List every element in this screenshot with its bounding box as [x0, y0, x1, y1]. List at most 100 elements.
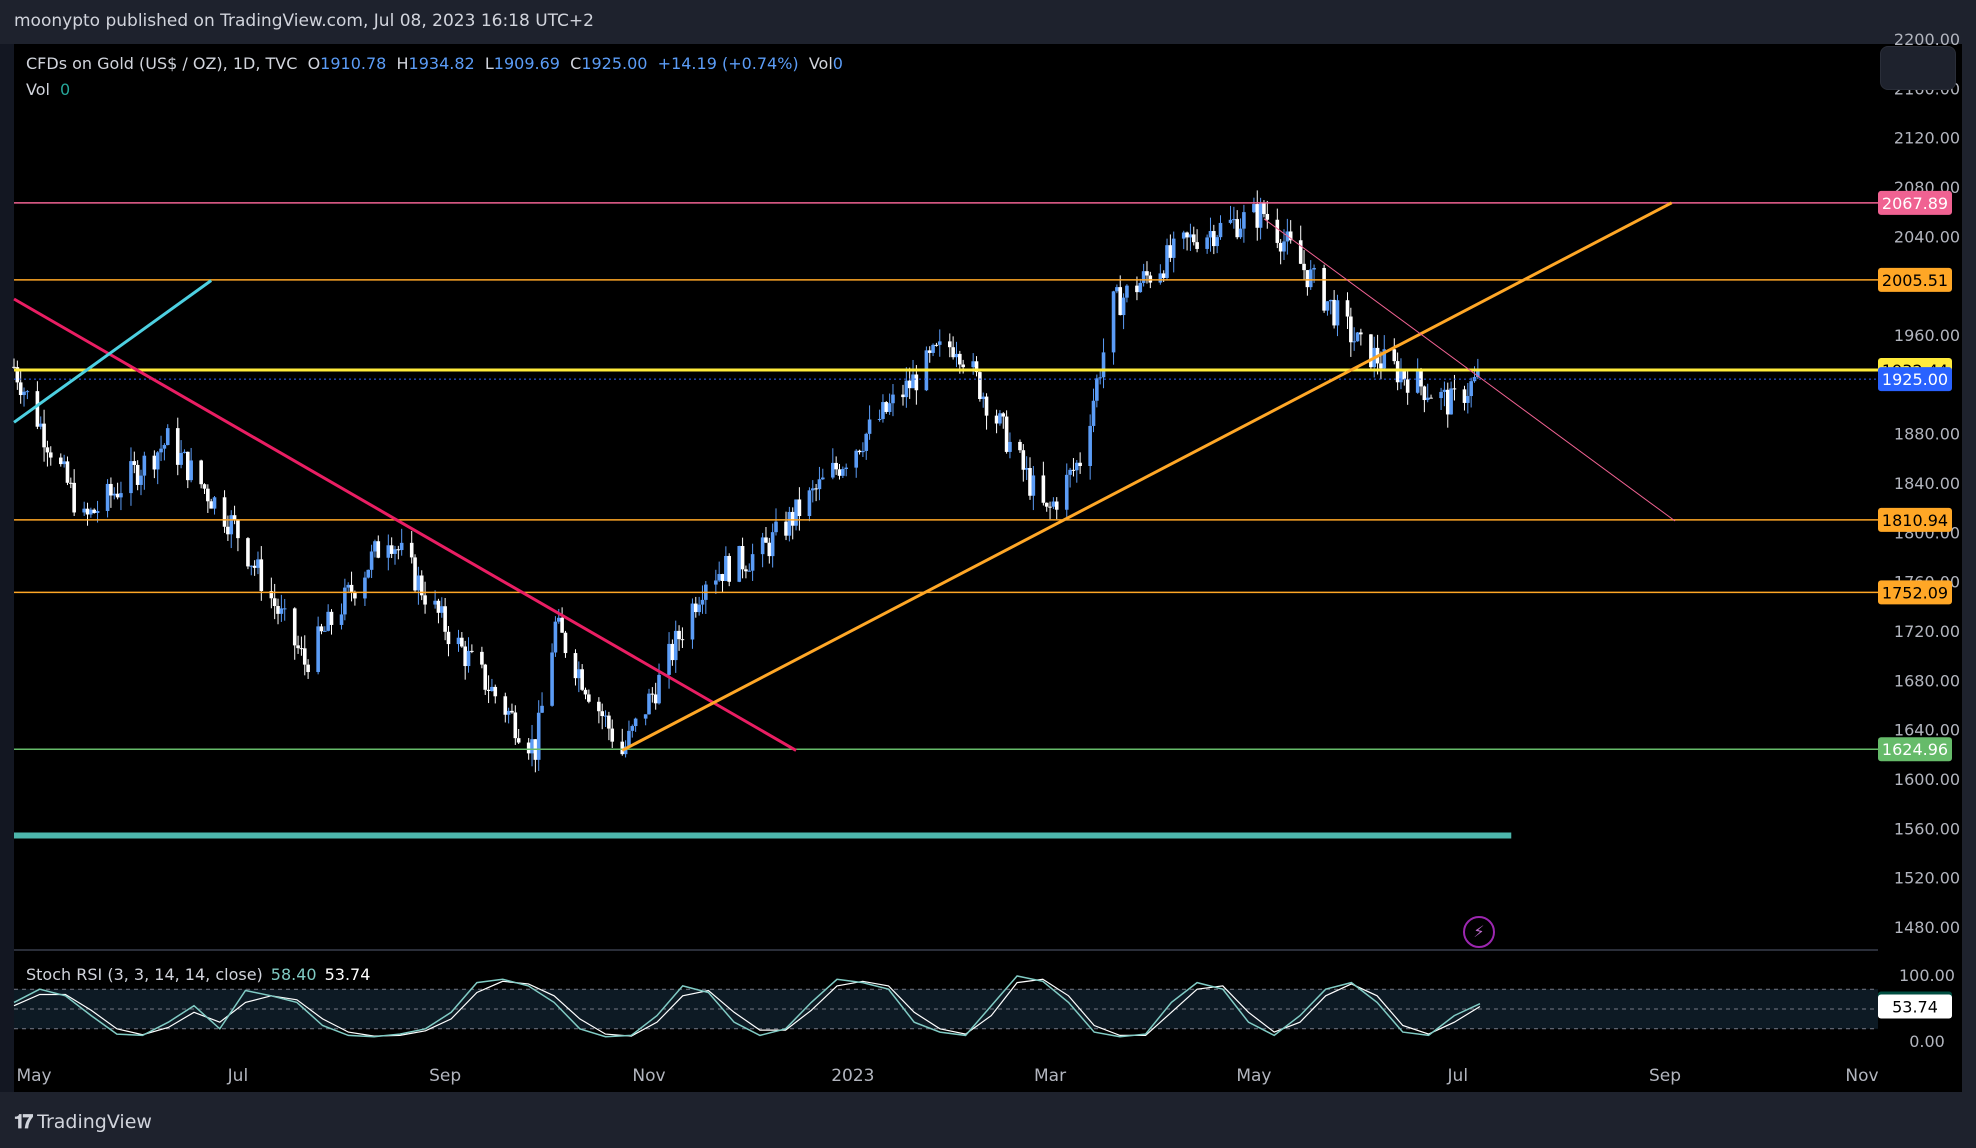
candle-body [770, 532, 775, 557]
candle-body [222, 497, 227, 527]
candle-body [927, 350, 932, 353]
candle-body [185, 451, 190, 481]
candle-body [1158, 273, 1163, 283]
candle-body [463, 646, 467, 667]
candle-body [937, 341, 942, 345]
tradingview-logo[interactable]: 𝟏𝟕 TradingView [14, 1111, 152, 1133]
candle-body [1469, 381, 1473, 397]
open-value: 1910.78 [320, 54, 387, 73]
candle-body [1235, 219, 1240, 238]
candle-body [1452, 388, 1457, 390]
candle-body [633, 718, 638, 727]
candle-body [1379, 363, 1383, 369]
time-tick-label-3: Nov [632, 1066, 665, 1086]
candle-body [714, 580, 718, 585]
candle-body [272, 598, 277, 607]
candle-body [657, 674, 661, 704]
chart-menu-button[interactable] [1880, 46, 1956, 90]
candle-body [1395, 361, 1400, 383]
candle-body [536, 712, 541, 760]
candle-body [396, 549, 401, 551]
tradingview-logo-icon: 𝟏𝟕 [14, 1111, 33, 1133]
candle-body [954, 353, 959, 358]
low-label: L [484, 54, 494, 73]
candle-body [841, 469, 845, 476]
trendline-3 [13, 279, 213, 424]
candle-body [423, 595, 427, 605]
candle-body [1258, 203, 1263, 228]
footer-bar [0, 1092, 1976, 1148]
price-label-1: 2005.51 [1882, 271, 1948, 290]
candle-body [490, 686, 494, 691]
candle-body [433, 600, 437, 605]
candle-body [1352, 341, 1356, 343]
candle-body [1024, 468, 1029, 470]
candle-body [677, 630, 681, 640]
candle-body [857, 450, 862, 453]
candle-body [550, 652, 554, 706]
candle-body [1071, 469, 1076, 471]
candle-body [1141, 271, 1146, 283]
candle-body [680, 639, 685, 641]
candle-body [1305, 270, 1310, 288]
candle-body [399, 542, 404, 551]
candle-body [971, 361, 975, 368]
close-value: 1925.00 [581, 54, 648, 73]
candle-body [115, 493, 120, 498]
candle-body [276, 606, 280, 614]
candle-body [439, 606, 444, 613]
candle-body [797, 499, 802, 517]
candle-body [767, 542, 772, 557]
candle-body [1449, 388, 1453, 415]
candle-body [1282, 241, 1286, 252]
symbol-legend: CFDs on Gold (US$ / OZ), 1D, TVC O1910.7… [26, 54, 843, 73]
candle-body [1265, 213, 1270, 220]
candle-body [25, 391, 30, 393]
candle-body [1278, 242, 1283, 252]
candle-body [326, 611, 330, 631]
candle-body [135, 464, 140, 485]
candle-body [717, 574, 721, 581]
candle-body [1118, 287, 1123, 316]
candle-body [1171, 238, 1176, 258]
candle-body [18, 382, 23, 396]
price-tick-label-3: 1600.00 [1894, 770, 1960, 789]
candle-body [724, 555, 728, 581]
candle-body [1098, 377, 1102, 379]
candle-body [620, 741, 625, 755]
volume-label: Vol [26, 80, 50, 99]
candle-body [1088, 425, 1092, 466]
lightning-icon[interactable]: ⚡ [1463, 916, 1495, 948]
candle-body [1044, 502, 1049, 507]
candle-body [814, 488, 818, 490]
candle-body [1145, 271, 1149, 276]
candle-body [1228, 219, 1233, 223]
candle-body [697, 604, 701, 613]
candle-body [961, 364, 965, 368]
brand-name: TradingView [37, 1111, 152, 1133]
candle-body [577, 669, 581, 679]
candle-body [155, 452, 160, 470]
candle-body [209, 501, 213, 509]
price-tick-label-5: 1680.00 [1894, 671, 1960, 690]
time-tick-label-4: 2023 [831, 1066, 874, 1086]
candle-body [690, 603, 695, 640]
candle-body [700, 599, 705, 605]
open-label: O [307, 54, 321, 73]
candle-body [647, 693, 651, 715]
candle-body [436, 600, 441, 613]
price-label-6: 1624.96 [1882, 740, 1948, 759]
candle-body [1048, 506, 1052, 508]
candle-body [526, 742, 531, 754]
candle-body [175, 428, 180, 465]
stoch-rsi-label: Stoch RSI (3, 3, 14, 14, close) [26, 965, 263, 984]
candle-body [446, 631, 451, 645]
vol-value-inline: 0 [832, 54, 843, 73]
candle-body [246, 538, 250, 567]
candle-body [89, 509, 93, 515]
time-tick-label-6: May [1236, 1066, 1271, 1086]
rsi-value-label-1: 53.74 [1892, 998, 1938, 1017]
candle-body [179, 452, 183, 465]
candle-body [105, 483, 110, 511]
candle-body [1298, 240, 1303, 264]
